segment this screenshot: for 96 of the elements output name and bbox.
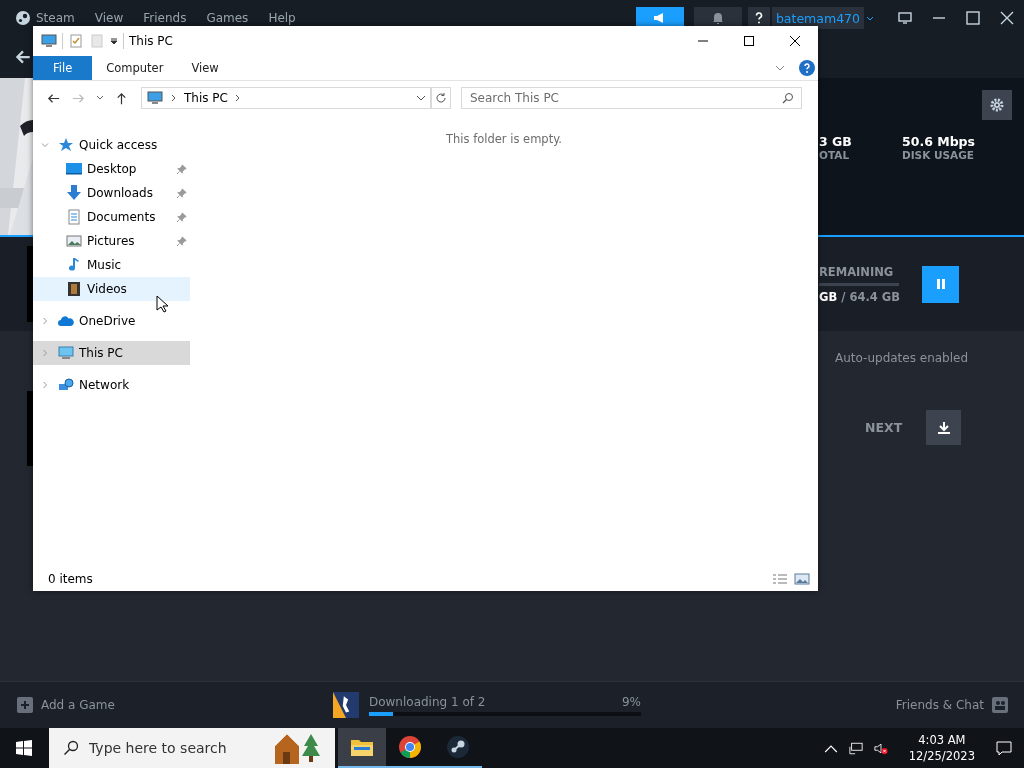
- clock[interactable]: 4:03 AM 12/25/2023: [908, 732, 975, 764]
- dropdown-icon[interactable]: [110, 37, 118, 45]
- close-icon: [999, 10, 1015, 26]
- close-icon: [789, 35, 801, 47]
- stat-label: DISK USAGE: [902, 149, 975, 161]
- music-note-icon: [66, 257, 82, 273]
- film-icon: [66, 281, 82, 297]
- window-title: This PC: [129, 34, 173, 48]
- computer-icon: [58, 345, 74, 361]
- menu-item[interactable]: Steam: [36, 11, 75, 25]
- search-icon: [63, 740, 79, 756]
- picture-icon: [66, 233, 82, 249]
- chevron-right-icon[interactable]: [170, 94, 178, 102]
- plus-icon: [17, 697, 33, 713]
- pin-icon[interactable]: [176, 235, 187, 247]
- notifications-icon[interactable]: [996, 740, 1012, 756]
- remaining-label: REMAINING: [819, 264, 895, 279]
- recent-locations-icon[interactable]: [96, 94, 104, 102]
- nav-item[interactable]: This PC: [33, 341, 190, 365]
- download-button[interactable]: [926, 410, 962, 445]
- nav-item[interactable]: Music: [33, 253, 190, 277]
- settings-icon: [989, 97, 1005, 113]
- search-icon[interactable]: [782, 92, 794, 104]
- next-label: NEXT: [865, 420, 903, 435]
- downloaded-size: GB: [819, 289, 838, 304]
- chevron-right-icon[interactable]: [233, 94, 242, 102]
- mouse-cursor-icon: [156, 295, 168, 313]
- computer-icon: [41, 33, 57, 49]
- taskbar-search-field[interactable]: Type here to search: [49, 728, 335, 768]
- pin-icon[interactable]: [176, 187, 187, 199]
- pause-button[interactable]: [922, 265, 959, 303]
- refresh-button[interactable]: [431, 87, 451, 109]
- steam-logo-icon: [446, 735, 470, 759]
- menu-item[interactable]: Friends: [143, 11, 187, 25]
- browser-icon: [398, 735, 422, 759]
- add-game-button[interactable]: Add a Game: [17, 697, 115, 713]
- item-count: 0 items: [48, 572, 93, 586]
- ribbon-tab[interactable]: View: [177, 56, 233, 80]
- refresh-icon: [435, 92, 447, 104]
- pin-icon[interactable]: [176, 163, 187, 175]
- download-percent: 9%: [621, 694, 641, 709]
- ribbon-tab[interactable]: File: [33, 56, 93, 80]
- game-icon: [332, 692, 359, 718]
- menu-item[interactable]: Games: [206, 11, 249, 25]
- network-icon[interactable]: [848, 741, 863, 755]
- maximize-icon: [743, 35, 755, 47]
- nav-item[interactable]: Desktop: [33, 157, 190, 181]
- pin-icon[interactable]: [176, 211, 187, 223]
- friends-icon: [992, 697, 1008, 713]
- auto-updates-label: Auto-updates enabled: [835, 351, 970, 365]
- download-status: Downloading 1 of 2: [368, 694, 486, 709]
- nav-item[interactable]: OneDrive: [33, 309, 190, 333]
- menu-item[interactable]: View: [94, 11, 124, 25]
- help-icon[interactable]: [799, 60, 815, 76]
- settings-button[interactable]: [982, 90, 1012, 120]
- account-menu[interactable]: batemam470: [771, 7, 864, 29]
- stat-label: OTAL: [819, 149, 851, 161]
- computer-icon: [146, 90, 164, 106]
- nav-item[interactable]: Documents: [33, 205, 190, 229]
- nav-item[interactable]: Downloads: [33, 181, 190, 205]
- dropdown-icon[interactable]: [416, 94, 426, 102]
- help-button[interactable]: [747, 7, 770, 29]
- menu-item[interactable]: Help: [268, 11, 296, 25]
- caret-icon: [866, 15, 874, 21]
- friends-chat-button[interactable]: Friends & Chat: [895, 697, 1008, 713]
- muted-speaker-icon[interactable]: [873, 741, 888, 755]
- nav-item[interactable]: Pictures: [33, 229, 190, 253]
- nav-item[interactable]: Videos: [33, 277, 190, 301]
- windows-logo-icon: [16, 740, 32, 756]
- download-icon: [935, 419, 952, 436]
- properties-icon[interactable]: [68, 33, 84, 49]
- monitor-icon: [897, 10, 913, 26]
- nav-item[interactable]: Network: [33, 373, 190, 397]
- expand-ribbon-icon[interactable]: [775, 65, 785, 71]
- cloud-icon: [58, 313, 74, 329]
- download-arrow-icon: [66, 185, 82, 201]
- large-icons-view-icon[interactable]: [794, 573, 810, 585]
- maximize-icon: [965, 10, 981, 26]
- search-field[interactable]: Search This PC: [461, 87, 802, 109]
- network-icon: [58, 377, 74, 393]
- desktop-icon: [66, 161, 82, 177]
- nav-item[interactable]: Quick access: [33, 133, 190, 157]
- stat-value: 3 GB: [819, 134, 853, 149]
- ribbon-tab[interactable]: Computer: [92, 56, 178, 80]
- document-icon: [66, 209, 82, 225]
- announcements-button[interactable]: [635, 7, 684, 29]
- address-bar[interactable]: This PC: [141, 87, 431, 109]
- total-size: / 64.4 GB: [841, 289, 900, 304]
- steam-logo-icon: [15, 10, 31, 26]
- empty-folder-message: This folder is empty.: [446, 132, 562, 148]
- star-icon: [58, 137, 74, 153]
- back-arrow-icon[interactable]: [14, 48, 32, 66]
- minimize-icon: [933, 17, 945, 19]
- file-explorer-button[interactable]: [338, 728, 386, 768]
- notifications-button[interactable]: [693, 7, 742, 29]
- stat-value: 50.6 Mbps: [902, 134, 976, 149]
